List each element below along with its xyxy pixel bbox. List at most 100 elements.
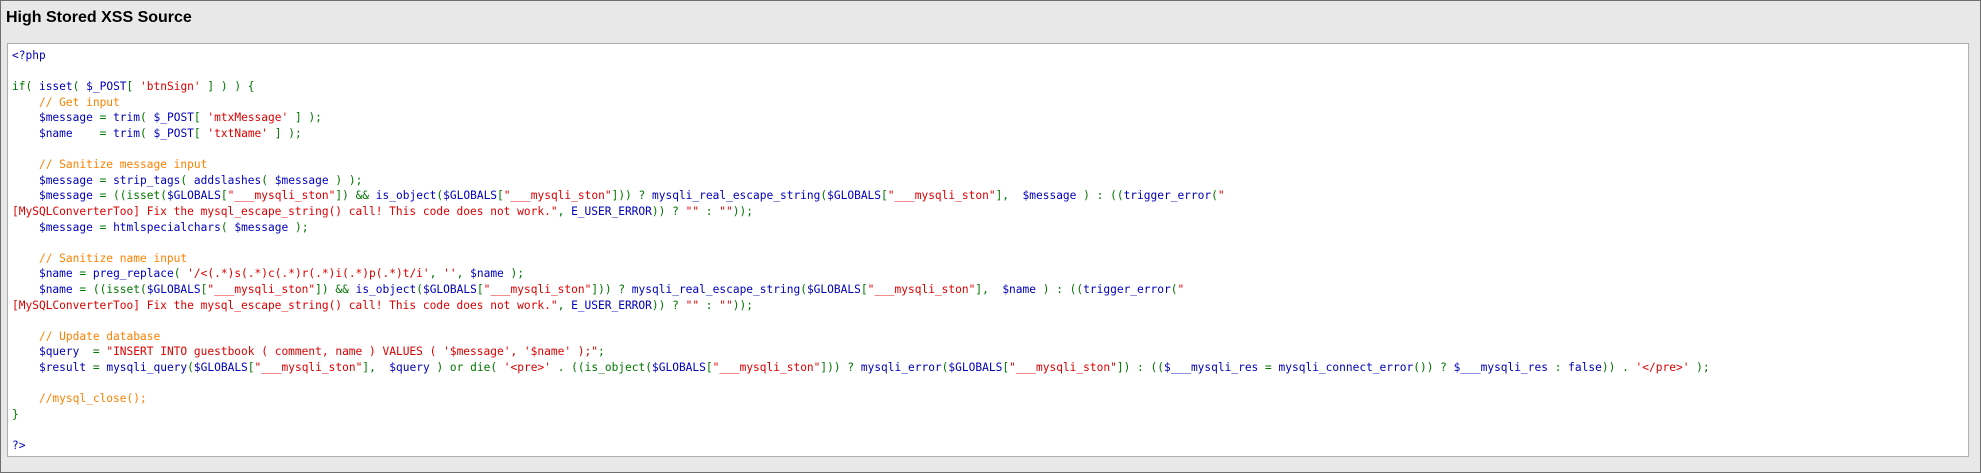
- code-token: (: [173, 267, 188, 281]
- code-token: '</pre>': [1635, 360, 1690, 374]
- code-token: $name: [38, 267, 73, 281]
- code-token: "INSERT INTO guestbook ( comment, name )…: [106, 345, 599, 359]
- code-token: "___mysqli_ston": [227, 189, 336, 203]
- code-token: ]) &&: [315, 282, 356, 296]
- code-token: ] );: [268, 126, 302, 140]
- code-token: $_POST: [153, 111, 194, 125]
- code-token: [MySQLConverterToo] Fix the mysql_escape…: [12, 298, 558, 312]
- code-token: ?>: [12, 438, 26, 452]
- code-line: }: [12, 407, 1710, 423]
- code-token: "___mysqli_ston": [207, 282, 316, 296]
- code-token: ])) ?: [820, 360, 861, 374]
- code-token: =: [92, 111, 114, 125]
- code-line: $query = "INSERT INTO guestbook ( commen…: [12, 344, 1710, 360]
- code-token: mysqli_real_escape_string: [631, 282, 801, 296]
- code-token: // Sanitize message input: [38, 158, 208, 172]
- code-token: ,: [456, 267, 471, 281]
- code-token: $name: [38, 282, 73, 296]
- code-token: (: [1211, 189, 1218, 203]
- code-token: }: [12, 407, 19, 421]
- code-token: 'mtxMessage': [207, 111, 289, 125]
- code-token: =: [79, 345, 107, 359]
- code-token: ]) &&: [335, 189, 376, 203]
- code-token: //mysql_close();: [38, 392, 147, 406]
- code-token: [: [126, 80, 141, 94]
- code-token: = ((isset(: [92, 189, 167, 203]
- code-token: "___mysqli_ston": [503, 189, 612, 203]
- code-line: $result = mysqli_query($GLOBALS["___mysq…: [12, 360, 1710, 376]
- code-token: "___mysqli_ston": [1009, 360, 1117, 374]
- code-token: $message: [234, 220, 289, 234]
- code-token: false: [1568, 360, 1602, 374]
- code-token: :: [1547, 360, 1569, 374]
- code-token: is_object: [355, 282, 417, 296]
- code-token: )) .: [1601, 360, 1636, 374]
- code-token: ()) ?: [1413, 360, 1454, 374]
- code-token: );: [1689, 360, 1710, 374]
- code-line: [MySQLConverterToo] Fix the mysql_escape…: [12, 298, 1710, 314]
- code-token: $___mysqli_res: [1453, 360, 1548, 374]
- code-token: (: [416, 282, 423, 296]
- code-token: $message: [1022, 189, 1077, 203]
- code-line: $message = trim( $_POST[ 'mtxMessage' ] …: [12, 110, 1710, 126]
- code-token: preg_replace: [92, 267, 174, 281]
- code-token: = ((isset(: [72, 282, 147, 296]
- code-token: $message: [38, 173, 93, 187]
- code-line: // Sanitize name input: [12, 251, 1710, 267]
- code-token: $_POST: [153, 126, 194, 140]
- code-token: trim: [113, 111, 141, 125]
- code-token: ));: [732, 204, 753, 218]
- code-token: $result: [38, 360, 87, 374]
- code-token: =: [1258, 360, 1279, 374]
- code-token: mysqli_connect_error: [1278, 360, 1414, 374]
- code-token: [: [193, 126, 208, 140]
- code-token: ,: [429, 267, 444, 281]
- code-line: // Sanitize message input: [12, 157, 1710, 173]
- code-token: :: [699, 298, 720, 312]
- code-token: "___mysqli_ston": [712, 360, 821, 374]
- code-token: E_USER_ERROR: [571, 298, 652, 312]
- code-token: (: [800, 282, 807, 296]
- code-token: ])) ?: [591, 282, 632, 296]
- code-token: trigger_error: [1123, 189, 1212, 203]
- code-token: =: [72, 126, 114, 140]
- code-line: // Get input: [12, 95, 1710, 111]
- code-token: mysqli_query: [106, 360, 188, 374]
- code-token: (: [140, 111, 154, 125]
- code-token: mysqli_real_escape_string: [652, 189, 821, 203]
- code-token: $name: [38, 126, 73, 140]
- code-token: E_USER_ERROR: [571, 204, 652, 218]
- page-title: High Stored XSS Source: [6, 9, 192, 26]
- code-token: ) : ((: [1036, 282, 1084, 296]
- code-token: $message: [38, 220, 93, 234]
- code-token: [: [247, 360, 255, 374]
- code-token: isset: [38, 80, 73, 94]
- code-token: $GLOBALS: [166, 189, 221, 203]
- code-token: (: [140, 126, 154, 140]
- code-line: $name = preg_replace( '/<(.*)s(.*)c(.*)r…: [12, 266, 1710, 282]
- code-token: mysqli_error: [860, 360, 942, 374]
- code-token: [: [497, 189, 504, 203]
- code-token: addslashes: [193, 173, 262, 187]
- code-line: $name = ((isset($GLOBALS["___mysqli_ston…: [12, 282, 1710, 298]
- code-token: );: [288, 220, 309, 234]
- code-line: //mysql_close();: [12, 391, 1710, 407]
- code-token: ],: [362, 360, 390, 374]
- php-source-code: <?php if( isset( $_POST[ 'btnSign' ] ) ) …: [12, 48, 1710, 453]
- code-token: "": [685, 298, 700, 312]
- code-token: $___mysqli_res: [1164, 360, 1259, 374]
- code-token: ) or die(: [429, 360, 504, 374]
- code-line: ?>: [12, 438, 1710, 454]
